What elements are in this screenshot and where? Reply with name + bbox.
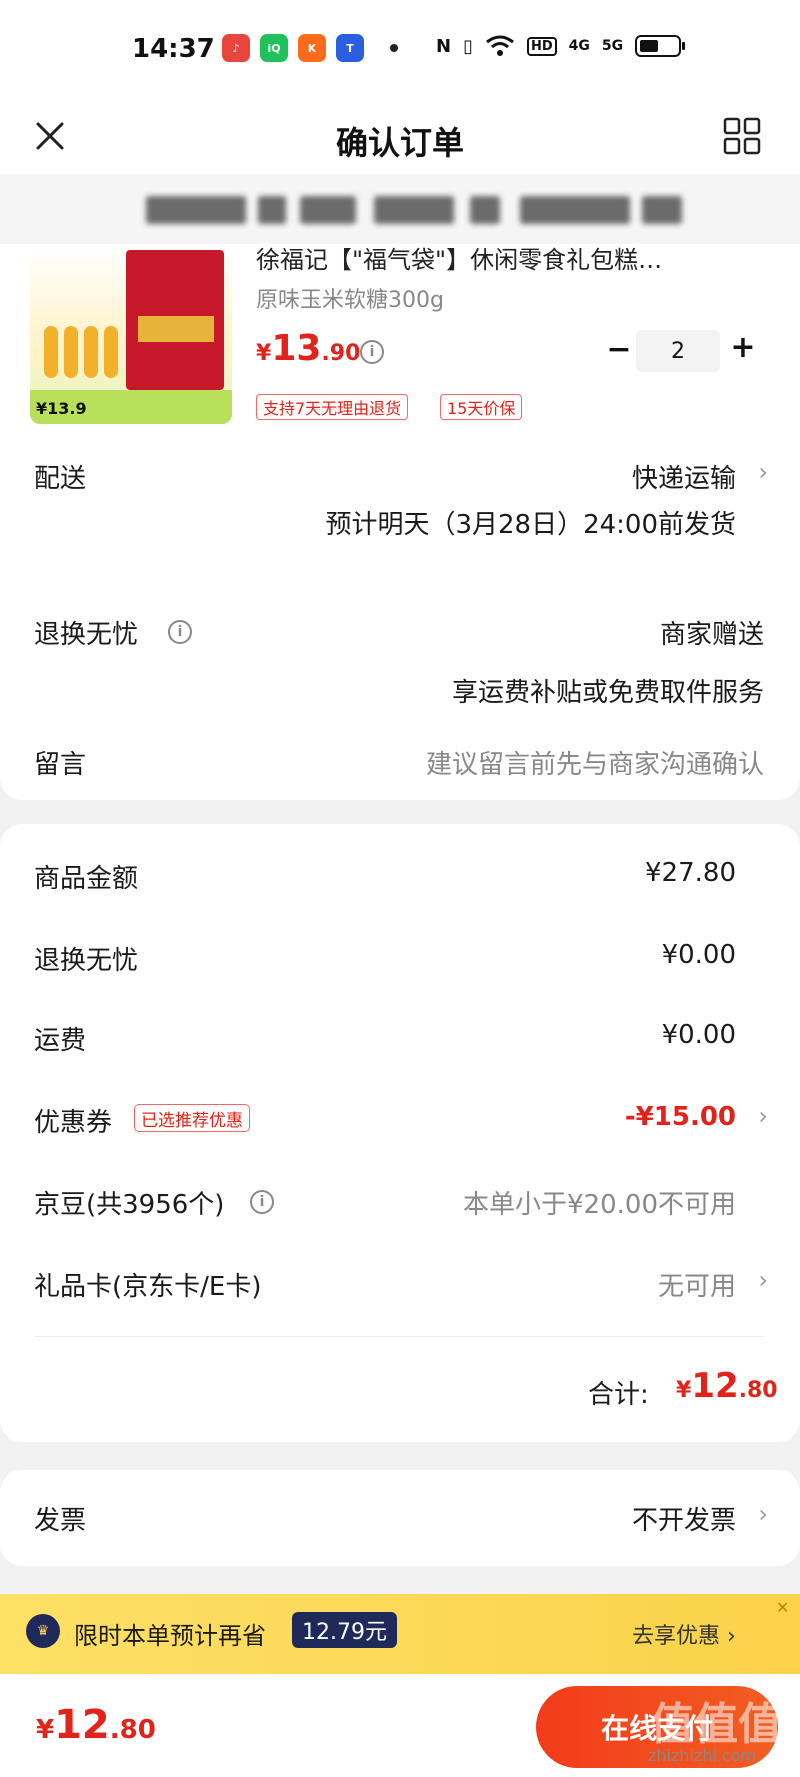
signal-4g-icon: 4G: [568, 38, 590, 54]
total-label: 合计:: [588, 1380, 649, 1410]
goods-amount-value: ¥27.80: [645, 858, 736, 888]
product-price: ¥13.90: [256, 328, 360, 369]
total-decimal: .80: [738, 1378, 778, 1403]
product-name[interactable]: 徐福记【"福气袋"】休闲零食礼包糕…: [256, 240, 662, 275]
checkout-decimal: .80: [109, 1715, 156, 1745]
wifi-icon: [486, 35, 514, 56]
delivery-estimate: 预计明天（3月28日）24:00前发货: [325, 510, 736, 540]
jd-beans-info-icon[interactable]: i: [250, 1190, 274, 1214]
coupon-chevron-icon[interactable]: ›: [758, 1102, 768, 1130]
redacted-text: [470, 196, 500, 224]
redacted-text: [520, 196, 630, 224]
promo-close-icon[interactable]: ✕: [776, 1598, 789, 1617]
return-service-info-icon[interactable]: i: [168, 620, 192, 644]
candy-shape: [64, 326, 78, 378]
coupon-selected-tag: 已选推荐优惠: [134, 1104, 250, 1132]
total-integer: 12: [691, 1366, 739, 1406]
gift-card-label: 礼品卡(京东卡/E卡): [34, 1272, 262, 1302]
promo-text: 限时本单预计再省: [74, 1622, 266, 1650]
jd-beans-label: 京豆(共3956个): [34, 1190, 225, 1220]
kuaishou-app-icon: K: [298, 34, 326, 62]
redacted-text: [146, 196, 246, 224]
price-summary-card: [0, 824, 800, 1442]
redacted-text: [258, 196, 286, 224]
status-time: 14:37: [132, 34, 215, 64]
return-service-value: 商家赠送: [659, 620, 764, 650]
music-app-icon: ♪: [222, 34, 250, 62]
coupon-label: 优惠券: [34, 1108, 113, 1138]
jd-beans-value: 本单小于¥20.00不可用: [463, 1190, 736, 1220]
promo-action-link[interactable]: 去享优惠 ›: [632, 1618, 736, 1650]
summary-divider: [34, 1336, 764, 1337]
return-service-desc: 享运费补贴或免费取件服务: [451, 678, 764, 708]
redacted-text: [300, 196, 356, 224]
invoice-chevron-icon[interactable]: ›: [758, 1500, 768, 1528]
candy-shape: [84, 326, 98, 378]
hd-icon: HD: [526, 36, 557, 56]
return-policy-tag: 支持7天无理由退货: [256, 394, 409, 420]
price-info-icon[interactable]: i: [360, 340, 384, 364]
checkout-price: ¥12.80: [36, 1702, 156, 1748]
notification-app-icons: ♪ iQ K T: [222, 34, 364, 62]
redacted-text: [374, 196, 454, 224]
status-bar: 14:37 ♪ iQ K T N ▯ HD 4G 5G: [0, 0, 800, 100]
promo-crown-icon: ♛: [26, 1614, 60, 1648]
savings-promo-banner[interactable]: ♛ 限时本单预计再省 12.79元 去享优惠 › ✕: [0, 1594, 800, 1674]
image-promo-price: ¥13.9: [36, 399, 87, 418]
delivery-method[interactable]: 快递运输: [632, 458, 736, 495]
quantity-plus-button[interactable]: +: [728, 330, 758, 365]
price-decimal: .90: [321, 341, 361, 366]
nfc-icon: N: [436, 35, 452, 57]
quantity-minus-button[interactable]: −: [604, 332, 634, 367]
product-spec: 原味玉米软糖300g: [256, 288, 444, 313]
goods-amount-label: 商品金额: [34, 864, 139, 894]
battery-icon: [635, 35, 686, 57]
redacted-text: [642, 196, 682, 224]
gift-card-chevron-icon[interactable]: ›: [758, 1266, 768, 1294]
product-image[interactable]: ¥13.9: [30, 246, 232, 424]
return-service-label: 退换无忧: [34, 620, 139, 650]
tencent-app-icon: T: [336, 34, 364, 62]
return-fee-label: 退换无忧: [34, 946, 139, 976]
price-integer: 13: [271, 328, 322, 369]
total-currency: ¥: [676, 1378, 692, 1403]
return-fee-value: ¥0.00: [661, 940, 736, 970]
shipping-fee-label: 运费: [34, 1026, 87, 1056]
checkout-integer: 12: [54, 1702, 110, 1748]
signal-5g-icon: 5G: [601, 38, 624, 54]
message-input[interactable]: 建议留言前先与商家沟通确认: [426, 744, 764, 781]
message-label: 留言: [34, 750, 87, 780]
checkout-currency: ¥: [36, 1715, 55, 1745]
invoice-label: 发票: [34, 1506, 87, 1536]
coupon-value[interactable]: -¥15.00: [625, 1102, 736, 1132]
delivery-label: 配送: [34, 464, 87, 494]
candy-shape: [44, 326, 58, 378]
invoice-value[interactable]: 不开发票: [632, 1500, 736, 1537]
gift-card-value[interactable]: 无可用: [658, 1266, 736, 1303]
candy-shape: [104, 326, 118, 378]
price-protection-tag: 15天价保: [440, 394, 523, 420]
quantity-input[interactable]: 2: [636, 330, 720, 372]
total-value: ¥12.80: [676, 1366, 778, 1406]
promo-amount-badge: 12.79元: [292, 1612, 397, 1648]
system-icons: N ▯ HD 4G 5G: [436, 34, 686, 58]
page-title: 确认订单: [335, 124, 464, 162]
status-dot-icon: [390, 44, 398, 52]
vibrate-icon: ▯: [463, 35, 473, 57]
shipping-fee-value: ¥0.00: [661, 1020, 736, 1050]
iqiyi-app-icon: iQ: [260, 34, 288, 62]
delivery-chevron-icon[interactable]: ›: [758, 458, 768, 486]
watermark-logo: 值值值: [650, 1699, 782, 1750]
page-header: 确认订单: [0, 100, 800, 174]
grid-menu-icon[interactable]: [716, 110, 768, 162]
watermark-site: zhizhizhi.com: [648, 1746, 757, 1765]
price-currency: ¥: [256, 341, 272, 366]
product-package-stripe: [138, 316, 214, 342]
